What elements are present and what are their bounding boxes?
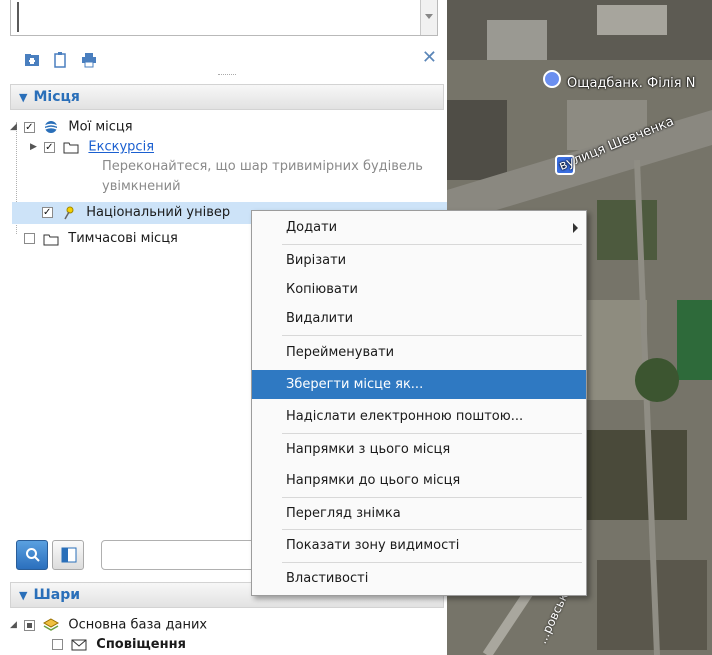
layer-item-primary-db[interactable]: ◢ Основна база даних bbox=[10, 615, 207, 635]
menu-item-show-viewshed[interactable]: Показати зону видимості bbox=[252, 531, 586, 560]
collapse-triangle-icon: ▼ bbox=[19, 91, 28, 104]
menu-item-label: Копіювати bbox=[286, 282, 358, 297]
menu-item-rename[interactable]: Перейменувати bbox=[252, 338, 586, 367]
excursion-link[interactable]: Екскурсія bbox=[88, 140, 154, 155]
excursion-description: Переконайтеся, що шар тривимірних будіве… bbox=[102, 159, 423, 174]
layer-item-notifications[interactable]: Сповіщення bbox=[52, 635, 186, 655]
checkbox-notifications[interactable] bbox=[52, 639, 63, 650]
menu-item-directions-to[interactable]: Напрямки до цього місця bbox=[252, 466, 586, 495]
checkbox-my-places[interactable] bbox=[24, 118, 36, 138]
panel-icon bbox=[61, 547, 77, 563]
layer-label: Сповіщення bbox=[96, 637, 186, 652]
menu-item-label: Зберегти місце як... bbox=[286, 377, 424, 392]
resize-grip[interactable] bbox=[218, 74, 236, 79]
dropdown-scroll-button[interactable] bbox=[420, 0, 437, 35]
globe-icon bbox=[44, 121, 58, 133]
tree-item-university[interactable]: Національний універ bbox=[42, 203, 230, 223]
context-menu: Додати Вирізати Копіювати Видалити Перей… bbox=[251, 210, 587, 596]
checkbox-temp-places[interactable] bbox=[24, 233, 35, 244]
menu-item-label: Властивості bbox=[286, 571, 369, 586]
menu-item-snapshot-view[interactable]: Перегляд знімка bbox=[252, 499, 586, 528]
submenu-arrow-icon bbox=[573, 223, 578, 233]
map-label-bank: Ощадбанк. Філія N bbox=[567, 76, 696, 91]
pushpin-icon bbox=[64, 206, 74, 219]
menu-separator bbox=[282, 244, 582, 245]
copy-icon[interactable] bbox=[52, 52, 68, 68]
text-cursor bbox=[17, 2, 19, 32]
university-label: Національний універ bbox=[86, 205, 231, 220]
search-button[interactable] bbox=[16, 540, 48, 570]
toggle-panel-button[interactable] bbox=[52, 540, 84, 570]
menu-item-copy[interactable]: Копіювати bbox=[252, 275, 586, 304]
folder-icon bbox=[43, 234, 59, 245]
menu-item-directions-from[interactable]: Напрямки з цього місця bbox=[252, 435, 586, 464]
temp-places-label: Тимчасові місця bbox=[68, 231, 178, 246]
close-icon[interactable]: ✕ bbox=[422, 47, 437, 68]
expand-arrow-icon[interactable]: ◢ bbox=[10, 615, 20, 635]
menu-item-send-email[interactable]: Надіслати електронною поштою... bbox=[252, 402, 586, 431]
menu-separator bbox=[282, 529, 582, 530]
checkbox-excursion[interactable] bbox=[44, 138, 56, 158]
layers-header-label: Шари bbox=[33, 587, 81, 603]
menu-separator bbox=[282, 433, 582, 434]
search-results-box[interactable] bbox=[10, 0, 438, 36]
tree-item-my-places[interactable]: ◢ Мої місця bbox=[10, 117, 133, 138]
checkbox-primary-db[interactable] bbox=[24, 619, 36, 631]
layers-stack-icon bbox=[43, 618, 60, 631]
menu-separator bbox=[282, 562, 582, 563]
menu-item-save-place-as[interactable]: Зберегти місце як... bbox=[252, 370, 586, 399]
menu-separator bbox=[282, 335, 582, 336]
menu-item-delete[interactable]: Видалити bbox=[252, 304, 586, 333]
menu-separator bbox=[282, 497, 582, 498]
my-places-label: Мої місця bbox=[68, 119, 133, 135]
menu-item-properties[interactable]: Властивості bbox=[252, 564, 586, 593]
menu-item-label: Додати bbox=[286, 220, 338, 235]
tree-item-excursion[interactable]: ▶ Екскурсія bbox=[30, 137, 154, 158]
layer-label: Основна база даних bbox=[68, 617, 208, 633]
expand-arrow-icon[interactable]: ◢ bbox=[10, 117, 20, 137]
magnifier-icon bbox=[26, 548, 40, 562]
menu-item-label: Напрямки до цього місця bbox=[286, 473, 461, 488]
excursion-description-2: увімкнений bbox=[102, 179, 181, 194]
print-icon[interactable] bbox=[81, 52, 97, 68]
add-folder-icon[interactable] bbox=[24, 52, 40, 68]
envelope-icon bbox=[71, 639, 87, 650]
checkbox-university[interactable] bbox=[42, 203, 53, 223]
menu-item-label: Перейменувати bbox=[286, 345, 395, 360]
menu-item-label: Показати зону видимості bbox=[286, 538, 460, 553]
map-pin-icon[interactable] bbox=[543, 70, 561, 88]
folder-icon bbox=[63, 142, 79, 154]
menu-item-label: Надіслати електронною поштою... bbox=[286, 409, 524, 424]
menu-item-label: Видалити bbox=[286, 311, 354, 326]
menu-item-cut[interactable]: Вирізати bbox=[252, 246, 586, 275]
menu-item-label: Перегляд знімка bbox=[286, 506, 401, 521]
menu-item-label: Напрямки з цього місця bbox=[286, 442, 451, 457]
tree-item-temp-places[interactable]: Тимчасові місця bbox=[24, 229, 178, 249]
menu-item-label: Вирізати bbox=[286, 253, 347, 268]
places-header[interactable]: ▼ Місця bbox=[10, 84, 444, 110]
places-header-label: Місця bbox=[33, 89, 80, 105]
expand-arrow-icon[interactable]: ▶ bbox=[30, 137, 40, 157]
collapse-triangle-icon: ▼ bbox=[19, 589, 28, 602]
menu-item-add[interactable]: Додати bbox=[252, 213, 586, 242]
